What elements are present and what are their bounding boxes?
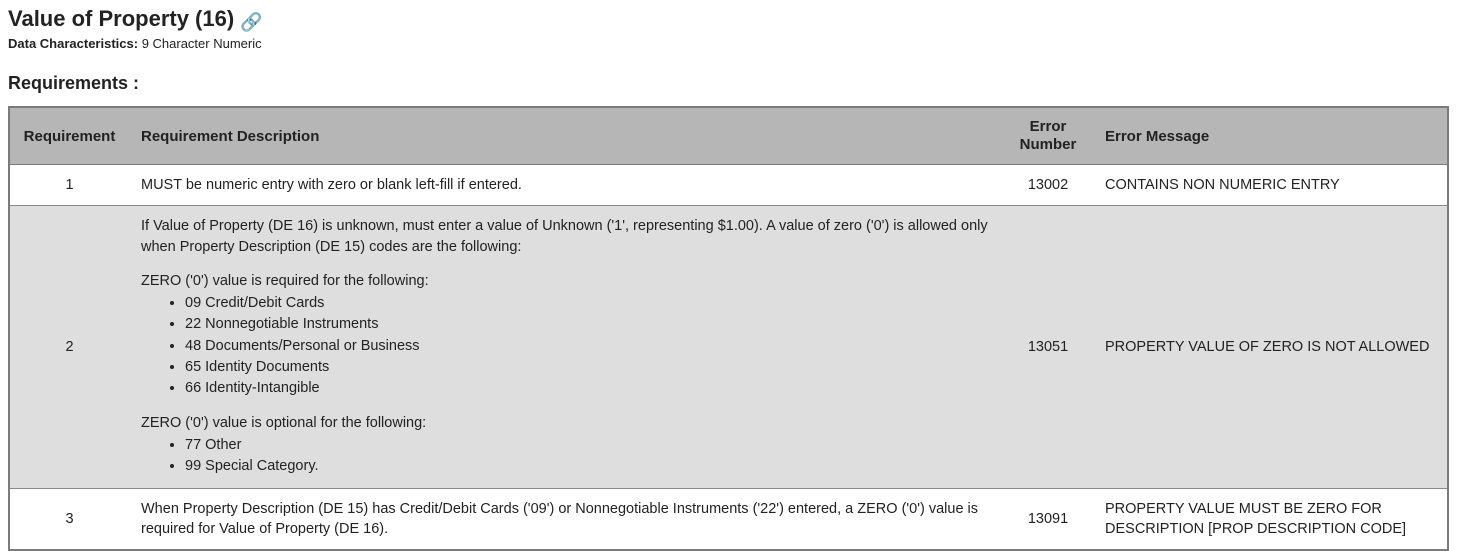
- cell-error-number: 13091: [1003, 488, 1093, 550]
- table-header-row: Requirement Requirement Description Erro…: [9, 107, 1448, 165]
- requirements-heading: Requirements :: [8, 73, 1449, 94]
- cell-description: If Value of Property (DE 16) is unknown,…: [129, 206, 1003, 488]
- header-requirement: Requirement: [9, 107, 129, 165]
- requirements-table: Requirement Requirement Description Erro…: [8, 106, 1449, 551]
- page-title-text: Value of Property (16): [8, 6, 234, 31]
- cell-error-message: PROPERTY VALUE MUST BE ZERO FOR DESCRIPT…: [1093, 488, 1448, 550]
- cell-error-number: 13051: [1003, 206, 1093, 488]
- list-item: 22 Nonnegotiable Instruments: [185, 314, 991, 334]
- data-characteristics-value: 9 Character Numeric: [142, 36, 262, 51]
- cell-description: When Property Description (DE 15) has Cr…: [129, 488, 1003, 550]
- cell-requirement-number: 3: [9, 488, 129, 550]
- desc-optional-list: 77 Other 99 Special Category.: [141, 435, 991, 477]
- cell-error-message: CONTAINS NON NUMERIC ENTRY: [1093, 165, 1448, 206]
- table-row: 1 MUST be numeric entry with zero or bla…: [9, 165, 1448, 206]
- table-row: 3 When Property Description (DE 15) has …: [9, 488, 1448, 550]
- desc-intro: If Value of Property (DE 16) is unknown,…: [141, 216, 991, 257]
- list-item: 48 Documents/Personal or Business: [185, 336, 991, 356]
- data-characteristics-line: Data Characteristics: 9 Character Numeri…: [8, 36, 1449, 51]
- table-row: 2 If Value of Property (DE 16) is unknow…: [9, 206, 1448, 488]
- link-icon[interactable]: 🔗: [240, 12, 262, 33]
- header-error-message: Error Message: [1093, 107, 1448, 165]
- desc-required-list: 09 Credit/Debit Cards 22 Nonnegotiable I…: [141, 293, 991, 398]
- cell-description: MUST be numeric entry with zero or blank…: [129, 165, 1003, 206]
- data-characteristics-label: Data Characteristics:: [8, 36, 138, 51]
- desc-optional-label: ZERO ('0') value is optional for the fol…: [141, 413, 991, 433]
- list-item: 99 Special Category.: [185, 456, 991, 476]
- cell-requirement-number: 2: [9, 206, 129, 488]
- header-error-number: Error Number: [1003, 107, 1093, 165]
- list-item: 09 Credit/Debit Cards: [185, 293, 991, 313]
- header-error-number-line1: Error: [1030, 118, 1067, 135]
- desc-required-label: ZERO ('0') value is required for the fol…: [141, 271, 991, 291]
- list-item: 65 Identity Documents: [185, 357, 991, 377]
- page-title: Value of Property (16): [8, 6, 234, 32]
- header-description: Requirement Description: [129, 107, 1003, 165]
- list-item: 66 Identity-Intangible: [185, 378, 991, 398]
- header-error-number-line2: Number: [1020, 136, 1077, 153]
- cell-error-message: PROPERTY VALUE OF ZERO IS NOT ALLOWED: [1093, 206, 1448, 488]
- list-item: 77 Other: [185, 435, 991, 455]
- cell-requirement-number: 1: [9, 165, 129, 206]
- cell-error-number: 13002: [1003, 165, 1093, 206]
